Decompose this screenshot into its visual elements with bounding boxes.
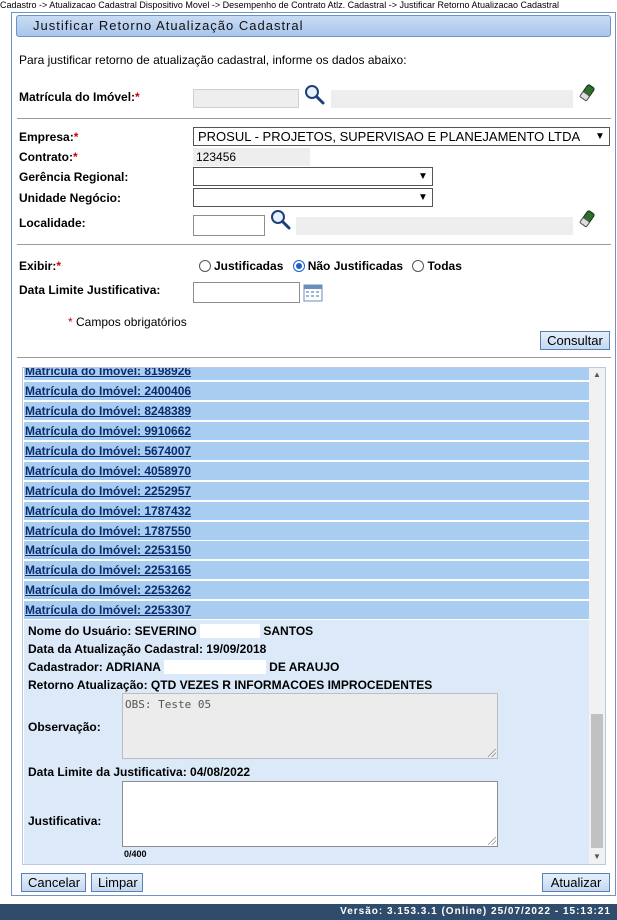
data-atualizacao: Data da Atualização Cadastral: 19/09/201…	[28, 642, 267, 656]
separator	[17, 357, 611, 358]
radio-nao-justificadas-label: Não Justificadas	[307, 259, 404, 273]
exibir-label-text: Exibir:	[19, 259, 57, 273]
radio-justificadas-label: Justificadas	[214, 259, 284, 273]
justificativa-textarea[interactable]	[122, 781, 498, 847]
result-link[interactable]: Matrícula do Imóvel: 2253165	[24, 561, 590, 579]
localidade-description	[296, 217, 573, 235]
usuario-info: Nome do Usuário: SEVERINO SANTOS	[28, 624, 313, 638]
result-link[interactable]: Matrícula do Imóvel: 2252957	[24, 482, 590, 500]
radio-justificadas[interactable]: Justificadas	[199, 259, 283, 273]
gerencia-label: Gerência Regional:	[19, 170, 129, 184]
char-counter: 0/400	[124, 849, 147, 859]
clear-localidade-icon[interactable]	[578, 210, 596, 228]
footer-gap	[0, 896, 617, 904]
left-gutter	[0, 11, 10, 896]
matricula-label-text: Matrícula do Imóvel:	[19, 90, 136, 104]
radio-todas-label: Todas	[427, 259, 462, 273]
calendar-icon[interactable]	[303, 284, 323, 302]
data-limite-justificativa: Data Limite da Justificativa: 04/08/2022	[28, 765, 251, 779]
usuario-suffix: SANTOS	[263, 624, 314, 638]
radio-icon[interactable]	[412, 260, 425, 272]
empresa-selected-value: PROSUL - PROJETOS, SUPERVISAO E PLANEJAM…	[198, 129, 581, 144]
empresa-label-text: Empresa:	[19, 130, 74, 144]
result-link[interactable]: Matrícula do Imóvel: 8198926	[24, 368, 590, 380]
required-mark: *	[73, 130, 79, 144]
atualizar-button[interactable]: Atualizar	[542, 873, 610, 892]
required-mark: *	[73, 150, 78, 164]
matricula-label: Matrícula do Imóvel:*	[19, 90, 140, 104]
result-link[interactable]: Matrícula do Imóvel: 9910662	[24, 422, 590, 440]
limpar-button[interactable]: Limpar	[91, 873, 143, 892]
data-limite-label: Data Limite Justificativa:	[19, 283, 161, 297]
contrato-label-text: Contrato:	[19, 150, 73, 164]
redacted-block	[163, 660, 266, 674]
results-scrollbar[interactable]: ▲ ▼	[589, 368, 605, 864]
data-limite-input[interactable]	[193, 282, 300, 303]
result-link[interactable]: Matrícula do Imóvel: 2253150	[24, 541, 590, 559]
matricula-input[interactable]	[193, 89, 299, 108]
observacao-textarea: OBS: Teste 05	[122, 693, 498, 759]
unidade-select[interactable]: ▼	[193, 188, 433, 207]
exibir-radio-group: Justificadas Não Justificadas Todas	[199, 259, 462, 273]
page-title: Justificar Retorno Atualização Cadastral	[16, 15, 611, 37]
contrato-label: Contrato:*	[19, 150, 78, 164]
result-link[interactable]: Matrícula do Imóvel: 5674007	[24, 442, 590, 460]
empresa-label: Empresa:*	[19, 130, 78, 144]
matricula-description	[331, 90, 573, 108]
result-link[interactable]: Matrícula do Imóvel: 1787550	[24, 522, 590, 540]
required-mark: *	[56, 259, 62, 273]
scroll-thumb[interactable]	[591, 714, 603, 848]
cadastrador-prefix: Cadastrador: ADRIANA	[28, 660, 161, 674]
justificativa-label: Justificativa:	[28, 814, 102, 828]
clear-matricula-icon[interactable]	[578, 84, 596, 102]
result-link[interactable]: Matrícula do Imóvel: 1787432	[24, 502, 590, 520]
result-detail: Nome do Usuário: SEVERINO SANTOS Data da…	[24, 620, 590, 864]
localidade-label: Localidade:	[19, 216, 86, 230]
scroll-down-icon[interactable]: ▼	[589, 850, 605, 864]
consultar-button[interactable]: Consultar	[540, 331, 610, 350]
cancelar-button[interactable]: Cancelar	[21, 873, 86, 892]
radio-icon[interactable]	[199, 260, 211, 272]
chevron-down-icon: ▼	[418, 171, 428, 182]
form-panel: Justificar Retorno Atualização Cadastral…	[11, 12, 616, 896]
required-note: * Campos obrigatórios	[68, 315, 187, 329]
resize-grip-icon[interactable]	[488, 837, 496, 845]
cadastrador-suffix: DE ARAUJO	[269, 660, 340, 674]
retorno-info: Retorno Atualização: QTD VEZES R INFORMA…	[28, 678, 433, 692]
exibir-label: Exibir:*	[19, 259, 61, 273]
localidade-input[interactable]	[193, 215, 265, 236]
result-link[interactable]: Matrícula do Imóvel: 2400406	[24, 382, 590, 400]
redacted-block	[200, 624, 261, 638]
required-note-text: Campos obrigatórios	[76, 315, 187, 329]
intro-text: Para justificar retorno de atualização c…	[19, 53, 407, 67]
result-link[interactable]: Matrícula do Imóvel: 2253262	[24, 581, 590, 599]
search-localidade-icon[interactable]	[269, 208, 291, 230]
scroll-up-icon[interactable]: ▲	[589, 368, 605, 382]
results-list: Matrícula do Imóvel: 8198926 Matrícula d…	[22, 367, 606, 865]
separator	[17, 118, 611, 119]
separator	[17, 244, 611, 245]
radio-todas[interactable]: Todas	[412, 259, 462, 273]
radio-selected-icon[interactable]	[292, 260, 305, 272]
result-link[interactable]: Matrícula do Imóvel: 2253307	[24, 601, 590, 619]
result-link[interactable]: Matrícula do Imóvel: 4058970	[24, 462, 590, 480]
required-mark: *	[135, 90, 140, 104]
unidade-label: Unidade Negócio:	[19, 191, 122, 205]
version-footer: Versão: 3.153.3.1 (Online) 25/07/2022 - …	[0, 904, 617, 920]
chevron-down-icon: ▼	[595, 131, 605, 142]
breadcrumb: Cadastro -> Atualizacao Cadastral Dispos…	[0, 0, 617, 11]
resize-grip-icon[interactable]	[488, 749, 496, 757]
chevron-down-icon: ▼	[418, 192, 428, 203]
contrato-value: 123456	[193, 148, 310, 166]
empresa-select[interactable]: PROSUL - PROJETOS, SUPERVISAO E PLANEJAM…	[193, 127, 610, 146]
observacao-value: OBS: Teste 05	[125, 698, 212, 711]
gerencia-select[interactable]: ▼	[193, 167, 433, 186]
observacao-label: Observação:	[28, 720, 101, 734]
result-link[interactable]: Matrícula do Imóvel: 8248389	[24, 402, 590, 420]
usuario-prefix: Nome do Usuário: SEVERINO	[28, 624, 197, 638]
cadastrador-info: Cadastrador: ADRIANA DE ARAUJO	[28, 660, 339, 674]
required-mark: *	[68, 315, 73, 329]
search-matricula-icon[interactable]	[303, 83, 325, 105]
radio-nao-justificadas[interactable]: Não Justificadas	[292, 259, 404, 273]
